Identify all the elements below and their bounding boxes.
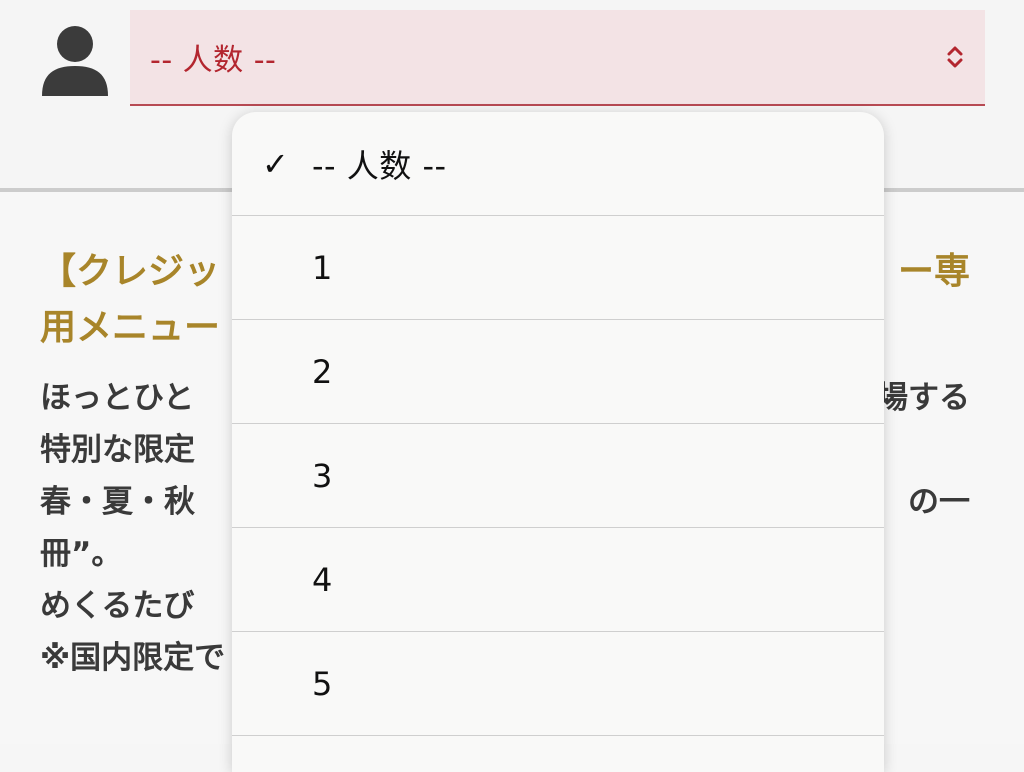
dropdown-option-3[interactable]: 3 (232, 424, 884, 528)
para-line-1-end: 場する (877, 380, 970, 416)
dropdown-option-label: 3 (312, 456, 333, 495)
para-line-3-end: の一 (908, 484, 970, 520)
party-size-select-value: -- 人数 -- (150, 43, 277, 78)
para-line-5-start: めくるたび (40, 588, 195, 624)
checkmark-icon: ✓ (262, 144, 289, 183)
para-line-4-start: 冊”。 (40, 536, 123, 572)
party-size-select[interactable]: -- 人数 -- (130, 10, 985, 106)
person-icon (36, 24, 114, 100)
para-line-2-start: 特別な限定 (40, 432, 195, 468)
dropdown-option-2[interactable]: 2 (232, 320, 884, 424)
dropdown-option-5[interactable]: 5 (232, 632, 884, 736)
dropdown-option-label: 5 (312, 664, 333, 703)
para-line-6-start: ※国内限定で (40, 640, 226, 676)
dropdown-option-label: 2 (312, 352, 333, 391)
dropdown-option-4[interactable]: 4 (232, 528, 884, 632)
heading-line-1-end: ー専 (897, 251, 970, 292)
updown-chevron-icon (941, 43, 969, 71)
dropdown-option-label: 4 (312, 560, 333, 599)
party-size-dropdown: ✓ -- 人数 -- 1 2 3 4 5 (232, 112, 884, 772)
dropdown-option-1[interactable]: 1 (232, 216, 884, 320)
dropdown-option-label: 1 (312, 248, 333, 287)
dropdown-option-placeholder[interactable]: ✓ -- 人数 -- (232, 112, 884, 216)
para-line-3-start: 春・夏・秋 (40, 484, 195, 520)
dropdown-option-label: -- 人数 -- (312, 146, 447, 185)
para-line-1-start: ほっとひと (40, 380, 195, 416)
